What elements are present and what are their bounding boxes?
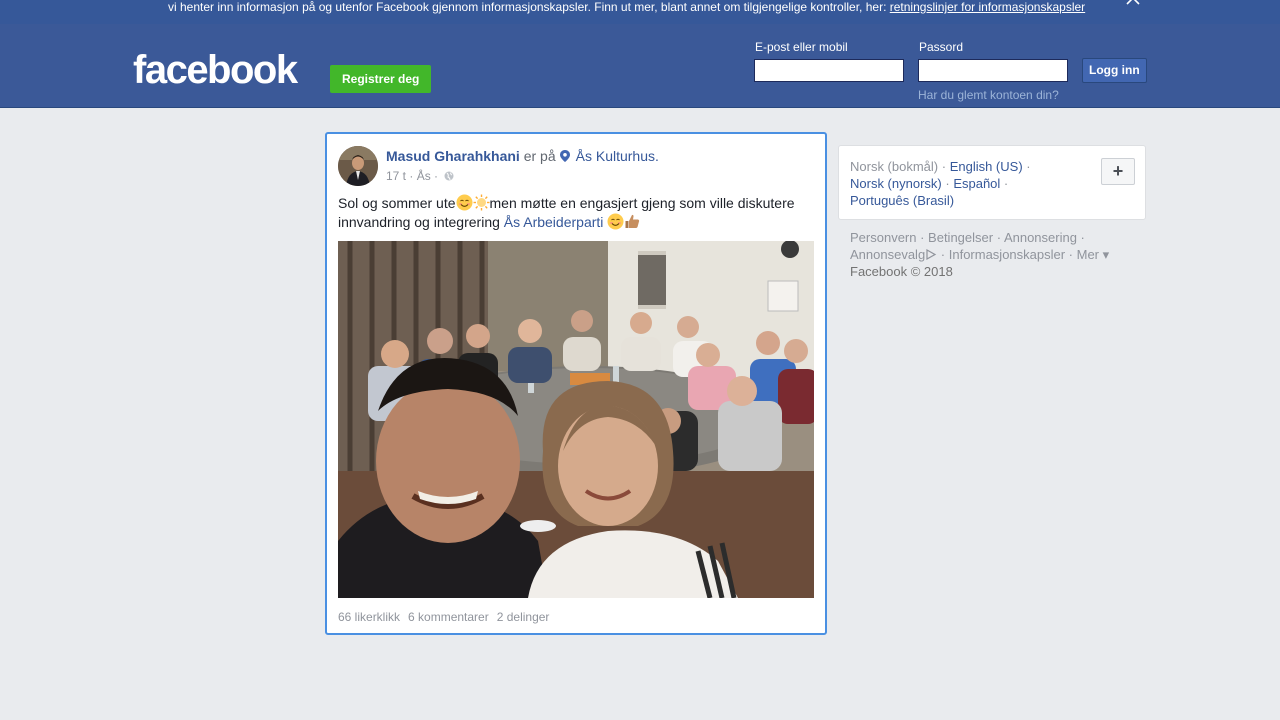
sun-emoji-icon	[473, 194, 490, 211]
shares-count[interactable]: 2 delinger	[497, 610, 550, 624]
likes-count[interactable]: 66 likerklikk	[338, 610, 400, 624]
smiling-face-emoji-icon	[456, 194, 473, 211]
group-selfie-image	[338, 241, 814, 598]
cookie-text: vi henter inn informasjon på og utenfor …	[168, 0, 1085, 14]
footer-links: Personvern · Betingelser · Annonsering ·…	[850, 230, 1110, 279]
facebook-logo[interactable]: facebook	[133, 47, 298, 93]
is-at-text: er på	[523, 148, 556, 164]
close-icon-svg	[1126, 0, 1140, 5]
author-name[interactable]: Masud Gharahkhani	[386, 148, 520, 164]
language-list: Norsk (bokmål) · English (US) · Norsk (ny…	[850, 159, 1031, 208]
avatar[interactable]	[338, 146, 378, 186]
adchoices-icon	[925, 247, 937, 261]
password-label: Passord	[919, 40, 964, 54]
post-time[interactable]: 17 t	[386, 169, 406, 183]
post-meta: 17 t · Ås ·	[386, 169, 454, 183]
thumbs-up-emoji-icon	[624, 213, 641, 230]
cookie-banner: vi henter inn informasjon på og utenfor …	[0, 0, 1280, 24]
footer-privacy-link[interactable]: Personvern	[850, 230, 916, 245]
language-spanish[interactable]: Español	[953, 176, 1000, 191]
register-button[interactable]: Registrer deg	[330, 65, 432, 93]
smiling-face-emoji-icon-2	[607, 213, 624, 230]
password-field[interactable]	[918, 59, 1068, 82]
post-card: Masud Gharahkhani er på Ås Kulturhus. 17 …	[325, 132, 827, 635]
language-english[interactable]: English (US)	[950, 159, 1023, 174]
email-field[interactable]	[754, 59, 904, 82]
copyright-text: Facebook © 2018	[850, 264, 953, 279]
language-current: Norsk (bokmål)	[850, 159, 939, 174]
location-pin-icon	[559, 149, 570, 162]
language-nynorsk[interactable]: Norsk (nynorsk)	[850, 176, 942, 191]
caret-down-icon[interactable]: ▾	[1103, 247, 1110, 262]
post-location[interactable]: Ås	[417, 169, 431, 183]
footer-adchoices-link[interactable]: Annonsevalg	[850, 247, 925, 262]
top-header: facebook Registrer deg E-post eller mobi…	[0, 24, 1280, 108]
post-text: Sol og sommer ute men møtte en engasjert …	[338, 194, 818, 232]
comments-count[interactable]: 6 kommentarer	[408, 610, 489, 624]
mention-link[interactable]: Ås Arbeiderparti	[504, 214, 604, 230]
plus-icon[interactable]: +	[1101, 158, 1135, 185]
forgot-account-link[interactable]: Har du glemt kontoen din?	[918, 88, 1059, 102]
footer-cookies-link[interactable]: Informasjonskapsler	[949, 247, 1065, 262]
language-selector: Norsk (bokmål) · English (US) · Norsk (ny…	[838, 145, 1146, 220]
globe-icon[interactable]	[444, 170, 454, 181]
email-label: E-post eller mobil	[755, 40, 848, 54]
footer-terms-link[interactable]: Betingelser	[928, 230, 993, 245]
footer-advertising-link[interactable]: Annonsering	[1004, 230, 1077, 245]
cookie-message: vi henter inn informasjon på og utenfor …	[168, 0, 890, 14]
footer-more-link[interactable]: Mer	[1077, 247, 1099, 262]
place-link[interactable]: Ås Kulturhus.	[576, 148, 659, 164]
language-portuguese[interactable]: Português (Brasil)	[850, 193, 954, 208]
post-stats: 66 likerklikk 6 kommentarer 2 delinger	[338, 610, 557, 624]
cookie-policy-link[interactable]: retningslinjer for informasjonskapsler	[890, 0, 1085, 14]
login-button[interactable]: Logg inn	[1082, 58, 1147, 83]
post-text-part1: Sol og sommer ute	[338, 195, 456, 211]
avatar-image	[338, 146, 378, 186]
close-icon[interactable]	[1124, 0, 1142, 10]
post-photo[interactable]	[338, 241, 814, 598]
post-header: Masud Gharahkhani er på Ås Kulturhus.	[386, 148, 659, 164]
